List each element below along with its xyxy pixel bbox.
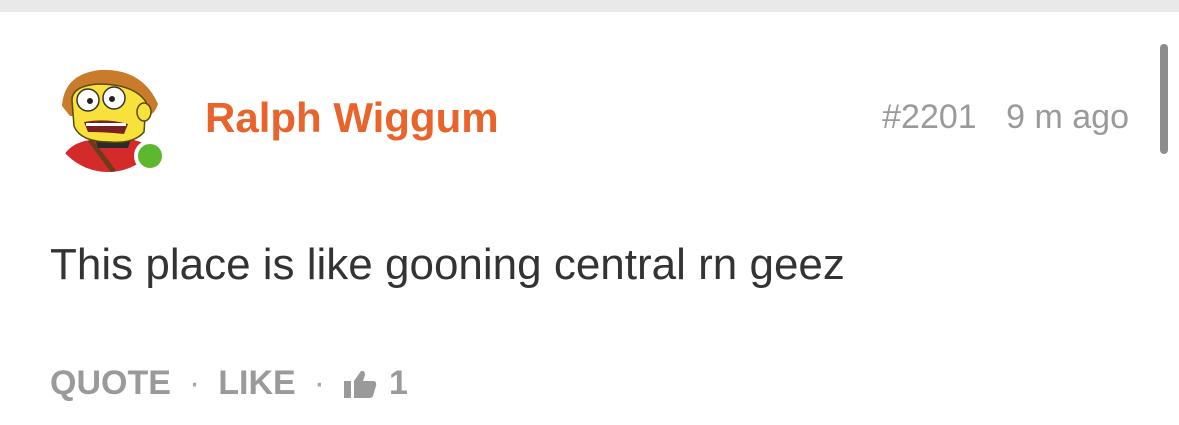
scrollbar[interactable]	[1160, 44, 1168, 154]
post-number[interactable]: #2201	[882, 98, 977, 136]
action-separator: ·	[313, 364, 326, 402]
post-content: This place is like gooning central rn ge…	[50, 240, 845, 289]
forum-post: Ralph Wiggum #2201 9 m ago This place is…	[0, 12, 1179, 425]
thumbs-up-icon	[344, 370, 377, 398]
avatar[interactable]	[50, 56, 166, 172]
post-actions: QUOTE · LIKE · 1	[50, 364, 408, 403]
like-count[interactable]: 1	[343, 364, 408, 403]
like-count-value: 1	[389, 364, 408, 402]
post-meta: #2201 9 m ago	[882, 98, 1129, 137]
online-status-icon	[134, 140, 166, 172]
like-button[interactable]: LIKE	[218, 364, 295, 403]
top-divider	[0, 0, 1179, 12]
post-time: 9 m ago	[1006, 98, 1129, 136]
action-separator: ·	[188, 364, 201, 402]
author-name[interactable]: Ralph Wiggum	[205, 94, 499, 142]
quote-button[interactable]: QUOTE	[50, 364, 171, 403]
